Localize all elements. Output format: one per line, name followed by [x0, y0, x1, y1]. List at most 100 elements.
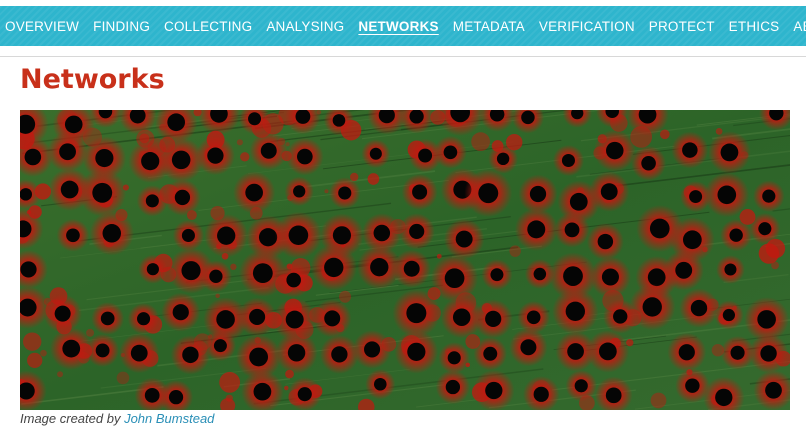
drill-hole: [20, 188, 32, 201]
drill-hole: [167, 113, 186, 132]
caption-author-link[interactable]: John Bumstead: [124, 411, 214, 426]
nav-item-protect[interactable]: PROTECT: [649, 19, 715, 34]
drill-hole: [527, 220, 546, 239]
drill-hole: [724, 263, 737, 276]
drill-hole: [324, 257, 344, 278]
drill-hole: [181, 228, 195, 243]
drill-hole: [145, 194, 159, 208]
drill-hole: [722, 308, 735, 322]
header-divider: [0, 56, 806, 57]
circuit-board-artwork: [20, 110, 790, 410]
nav-item-overview[interactable]: OVERVIEW: [5, 19, 79, 34]
nav-item-collecting[interactable]: COLLECTING: [164, 19, 252, 34]
drill-hole: [174, 189, 191, 206]
drill-hole: [249, 308, 266, 325]
main-nav: OVERVIEW FINDING COLLECTING ANALYSING NE…: [0, 6, 806, 46]
drill-hole: [569, 192, 588, 211]
drill-hole: [641, 155, 656, 171]
drill-hole: [373, 377, 387, 391]
board-red-blotch: [324, 189, 329, 194]
drill-hole: [678, 344, 695, 361]
drill-hole: [526, 310, 541, 325]
drill-hole: [297, 387, 312, 402]
nav-item-metadata[interactable]: METADATA: [453, 19, 525, 34]
drill-hole: [24, 148, 42, 166]
drill-hole: [765, 381, 782, 399]
drill-hole: [613, 309, 628, 324]
board-red-blotch: [57, 371, 64, 378]
board-red-blotch: [284, 385, 289, 391]
drill-hole: [478, 183, 499, 204]
drill-hole: [762, 189, 776, 203]
nav-item-verification[interactable]: VERIFICATION: [539, 19, 635, 34]
drill-hole: [715, 388, 733, 407]
drill-hole: [675, 261, 693, 279]
drill-hole: [445, 379, 461, 395]
drill-hole: [521, 110, 535, 125]
drill-hole: [533, 386, 549, 402]
board-red-blotch: [215, 293, 220, 299]
nav-item-finding[interactable]: FINDING: [93, 19, 150, 34]
drill-hole: [496, 152, 510, 166]
nav-item-analysing[interactable]: ANALYSING: [266, 19, 344, 34]
drill-hole: [285, 310, 304, 329]
drill-hole: [130, 344, 148, 362]
drill-hole: [252, 263, 273, 284]
drill-hole: [217, 226, 236, 245]
drill-hole: [62, 339, 81, 358]
drill-hole: [213, 339, 227, 353]
drill-hole: [137, 312, 151, 326]
drill-hole: [567, 343, 584, 360]
drill-hole: [287, 344, 306, 362]
drill-hole: [565, 301, 585, 322]
board-red-blotch: [650, 392, 667, 409]
nav-item-ethics[interactable]: ETHICS: [729, 19, 780, 34]
drill-hole: [100, 311, 115, 326]
board-red-blotch: [436, 253, 442, 259]
drill-hole: [720, 143, 739, 162]
drill-hole: [597, 233, 614, 250]
drill-hole: [207, 147, 224, 164]
drill-hole: [647, 268, 666, 287]
board-red-blotch: [471, 132, 490, 152]
drill-hole: [520, 339, 537, 356]
image-caption: Image created by John Bumstead: [20, 411, 214, 426]
board-red-blotch: [116, 371, 130, 385]
drill-hole: [370, 258, 389, 277]
drill-hole: [92, 182, 113, 203]
drill-hole: [182, 346, 199, 364]
top-navigation-bar: OVERVIEW FINDING COLLECTING ANALYSING NE…: [0, 6, 806, 46]
board-red-blotch: [509, 245, 521, 257]
drill-hole: [248, 112, 262, 126]
nav-item-about[interactable]: ABOUT: [793, 19, 806, 34]
drill-hole: [249, 347, 269, 367]
drill-hole: [95, 148, 114, 168]
drill-hole: [455, 230, 473, 248]
board-red-blotch: [27, 352, 43, 369]
drill-hole: [95, 343, 110, 358]
nav-item-networks[interactable]: NETWORKS: [358, 19, 438, 34]
drill-hole: [258, 228, 278, 247]
board-red-blotch: [219, 371, 241, 393]
drill-hole: [245, 183, 263, 202]
page-title: Networks: [20, 64, 165, 95]
drill-hole: [253, 382, 272, 401]
drill-hole: [533, 267, 547, 281]
drill-hole: [332, 114, 346, 127]
drill-hole: [642, 297, 662, 317]
drill-hole: [564, 222, 580, 238]
drill-hole: [485, 381, 503, 400]
drill-hole: [529, 185, 547, 203]
caption-prefix: Image created by: [20, 411, 121, 426]
drill-hole: [598, 342, 617, 361]
drill-hole: [412, 184, 428, 200]
drill-hole: [373, 224, 391, 242]
drill-hole: [490, 268, 504, 282]
board-red-blotch: [236, 139, 243, 146]
drill-hole: [601, 268, 619, 286]
drill-hole: [60, 180, 79, 199]
drill-hole: [54, 305, 71, 322]
drill-hole: [574, 379, 588, 393]
drill-hole: [485, 310, 502, 327]
drill-hole: [561, 154, 575, 168]
